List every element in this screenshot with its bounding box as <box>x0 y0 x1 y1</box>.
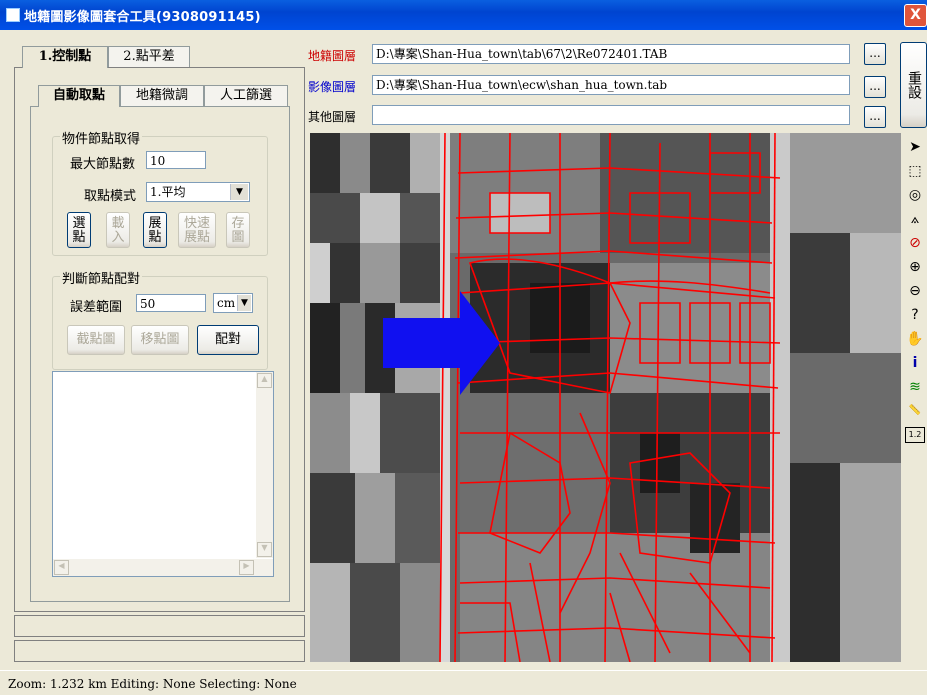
other-path-input[interactable] <box>372 105 850 125</box>
map-view[interactable] <box>310 133 901 662</box>
max-nodes-input[interactable]: 10 <box>146 151 206 169</box>
match-button[interactable]: 配對 <box>197 325 259 355</box>
match-group-title: 判斷節點配對 <box>60 268 143 287</box>
scroll-up-icon[interactable]: ▲ <box>257 373 272 388</box>
chevron-down-icon[interactable]: ▼ <box>230 184 248 200</box>
show-points-label: 展點 <box>148 216 162 245</box>
status-bar: Zoom: 1.232 km Editing: None Selecting: … <box>0 670 927 695</box>
rect-select-icon[interactable]: ⬚ <box>905 161 925 181</box>
tolerance-input[interactable]: 50 <box>136 294 206 312</box>
cadastral-layer-label: 地籍圖層 <box>308 49 357 63</box>
match-group <box>52 276 268 370</box>
radius-select-icon[interactable]: ◎ <box>905 185 925 205</box>
pick-mode-select[interactable]: 1.平均 ▼ <box>146 182 250 202</box>
image-browse-button[interactable]: ... <box>864 76 886 98</box>
other-browse-button[interactable]: ... <box>864 106 886 128</box>
result-listbox[interactable]: ▲ ▼ ◀ ▶ <box>52 371 274 577</box>
tab-auto-pick[interactable]: 自動取點 <box>38 85 120 107</box>
quick-show-points-button[interactable]: 快速展點 <box>178 212 216 248</box>
vertical-scrollbar[interactable]: ▲ ▼ <box>256 372 273 558</box>
title-bar: 地籍圖影像圖套合工具(9308091145) X <box>0 0 927 30</box>
clear-selection-icon[interactable]: ⊘ <box>905 233 925 253</box>
tab-cadastral-tune[interactable]: 地籍微調 <box>120 85 204 107</box>
window-title: 地籍圖影像圖套合工具(9308091145) <box>24 10 261 25</box>
select-points-button[interactable]: 選點 <box>67 212 91 248</box>
scroll-down-icon[interactable]: ▼ <box>257 542 272 557</box>
image-path-input[interactable]: D:\專案\Shan-Hua_town\ecw\shan_hua_town.ta… <box>372 75 850 95</box>
pick-mode-label: 取點模式 <box>84 189 137 204</box>
unit-chevron-down-icon[interactable]: ▼ <box>237 295 251 311</box>
save-image-label: 存圖 <box>231 216 245 245</box>
tolerance-label: 誤差範圍 <box>70 300 123 315</box>
select-points-label: 選點 <box>72 216 86 245</box>
label-icon[interactable]: 1.2 <box>905 427 925 443</box>
tab-manual-filter[interactable]: 人工篩選 <box>204 85 288 107</box>
ruler-icon[interactable]: 📏 <box>905 401 925 421</box>
zoom-in-icon[interactable]: ⊕ <box>905 257 925 277</box>
show-points-button[interactable]: 展點 <box>143 212 167 248</box>
pan-hand-icon[interactable]: ✋ <box>905 329 925 349</box>
cadastral-path-input[interactable]: D:\專案\Shan-Hua_town\tab\67\2\Re072401.TA… <box>372 44 850 64</box>
map-toolbar: ➤ ⬚ ◎ ⟑ ⊘ ⊕ ⊖ ? ✋ i ≋ 📏 1.2 <box>903 133 927 662</box>
image-layer-label: 影像圖層 <box>308 80 357 94</box>
object-node-group-title: 物件節點取得 <box>60 128 143 147</box>
zoom-out-icon[interactable]: ⊖ <box>905 281 925 301</box>
app-icon <box>6 8 20 22</box>
info-icon[interactable]: i <box>905 353 925 373</box>
unit-value: cm <box>217 296 236 310</box>
layer-control-icon[interactable]: ≋ <box>905 377 925 397</box>
scroll-left-icon[interactable]: ◀ <box>54 560 69 575</box>
move-points-button[interactable]: 移點圖 <box>131 325 189 355</box>
scroll-right-icon[interactable]: ▶ <box>239 560 254 575</box>
reset-button[interactable]: 重設 <box>900 42 927 128</box>
horizontal-scrollbar[interactable]: ◀ ▶ <box>53 559 273 576</box>
tab-point-adjust[interactable]: 2.點平差 <box>108 46 190 68</box>
polygon-select-icon[interactable]: ⟑ <box>905 209 925 229</box>
zoom-custom-icon[interactable]: ? <box>905 305 925 325</box>
other-layer-label: 其他圖層 <box>308 110 357 124</box>
quick-show-points-label: 快速展點 <box>183 216 210 245</box>
load-label: 載入 <box>111 216 125 245</box>
close-button[interactable]: X <box>904 4 927 27</box>
map-canvas[interactable] <box>310 133 901 662</box>
status-text: Zoom: 1.232 km Editing: None Selecting: … <box>8 677 297 691</box>
crop-points-button[interactable]: 截點圖 <box>67 325 125 355</box>
max-nodes-label: 最大節點數 <box>70 157 136 172</box>
load-button[interactable]: 載入 <box>106 212 130 248</box>
status-field-2 <box>14 640 305 662</box>
status-field-1 <box>14 615 305 637</box>
pick-mode-value: 1.平均 <box>150 185 186 199</box>
select-arrow-icon[interactable]: ➤ <box>905 137 925 157</box>
tab-control-points[interactable]: 1.控制點 <box>22 46 108 68</box>
cadastral-browse-button[interactable]: ... <box>864 43 886 65</box>
save-image-button[interactable]: 存圖 <box>226 212 250 248</box>
unit-select[interactable]: cm ▼ <box>213 293 253 313</box>
